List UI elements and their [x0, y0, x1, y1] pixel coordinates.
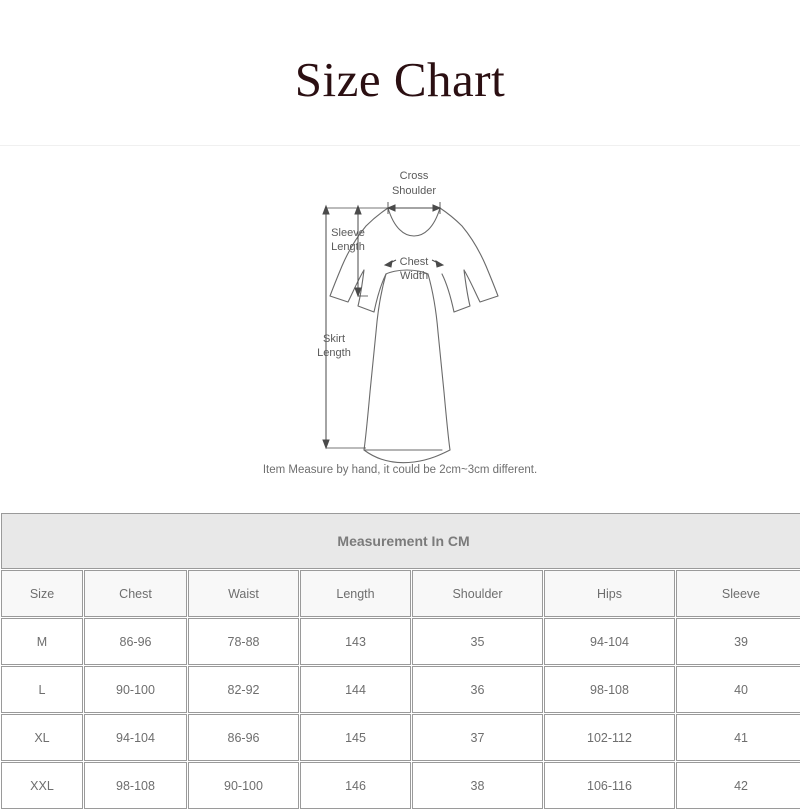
cell-sleeve: 39	[676, 618, 800, 665]
column-header-shoulder: Shoulder	[412, 570, 543, 617]
column-header-hips: Hips	[544, 570, 675, 617]
cell-hips: 98-108	[544, 666, 675, 713]
cell-shoulder: 35	[412, 618, 543, 665]
cell-waist: 82-92	[188, 666, 299, 713]
label-sleeve-length-line2: Length	[331, 241, 365, 253]
label-cross-shoulder-line2: Shoulder	[392, 185, 436, 197]
cell-chest: 98-108	[84, 762, 187, 809]
cell-size: M	[1, 618, 83, 665]
column-header-waist: Waist	[188, 570, 299, 617]
cell-sleeve: 42	[676, 762, 800, 809]
table-row: M 86-96 78-88 143 35 94-104 39	[1, 618, 800, 665]
label-skirt-length-line1: Skirt	[323, 333, 345, 345]
cell-waist: 90-100	[188, 762, 299, 809]
measurement-unit-band: Measurement In CM	[1, 513, 800, 569]
cell-chest: 90-100	[84, 666, 187, 713]
label-skirt-length-line2: Length	[317, 347, 351, 359]
cell-sleeve: 40	[676, 666, 800, 713]
table-row: XL 94-104 86-96 145 37 102-112 41	[1, 714, 800, 761]
column-header-size: Size	[1, 570, 83, 617]
cell-chest: 86-96	[84, 618, 187, 665]
cell-length: 146	[300, 762, 411, 809]
cell-length: 144	[300, 666, 411, 713]
dress-measurement-diagram: Cross Shoulder Sleeve Length Chest Width	[317, 170, 499, 464]
cell-size: XL	[1, 714, 83, 761]
column-header-sleeve: Sleeve	[676, 570, 800, 617]
cell-chest: 94-104	[84, 714, 187, 761]
table-row: XXL 98-108 90-100 146 38 106-116 42	[1, 762, 800, 809]
table-row: L 90-100 82-92 144 36 98-108 40	[1, 666, 800, 713]
column-header-length: Length	[300, 570, 411, 617]
table-header-row: Size Chest Waist Length Shoulder Hips Sl…	[1, 570, 800, 617]
diagram-section: Cross Shoulder Sleeve Length Chest Width	[0, 146, 800, 512]
cell-hips: 106-116	[544, 762, 675, 809]
label-sleeve-length-line1: Sleeve	[331, 227, 365, 239]
cell-shoulder: 37	[412, 714, 543, 761]
cell-shoulder: 38	[412, 762, 543, 809]
cell-waist: 86-96	[188, 714, 299, 761]
label-chest-width-line1: Chest	[400, 256, 429, 268]
cell-size: XXL	[1, 762, 83, 809]
cell-length: 145	[300, 714, 411, 761]
cell-length: 143	[300, 618, 411, 665]
cell-hips: 102-112	[544, 714, 675, 761]
column-header-chest: Chest	[84, 570, 187, 617]
cell-hips: 94-104	[544, 618, 675, 665]
cell-sleeve: 41	[676, 714, 800, 761]
size-table-container: Measurement In CM Size Chest Waist Lengt…	[0, 512, 800, 809]
label-cross-shoulder-line1: Cross	[400, 170, 429, 182]
cell-size: L	[1, 666, 83, 713]
cell-waist: 78-88	[188, 618, 299, 665]
table-band-row: Measurement In CM	[1, 513, 800, 569]
label-chest-width-line2: Width	[400, 270, 428, 282]
title-header: Size Chart	[0, 0, 800, 146]
page-title: Size Chart	[294, 52, 506, 107]
size-chart-table: Measurement In CM Size Chest Waist Lengt…	[0, 512, 800, 810]
diagram-caption: Item Measure by hand, it could be 2cm~3c…	[262, 464, 538, 476]
cell-shoulder: 36	[412, 666, 543, 713]
